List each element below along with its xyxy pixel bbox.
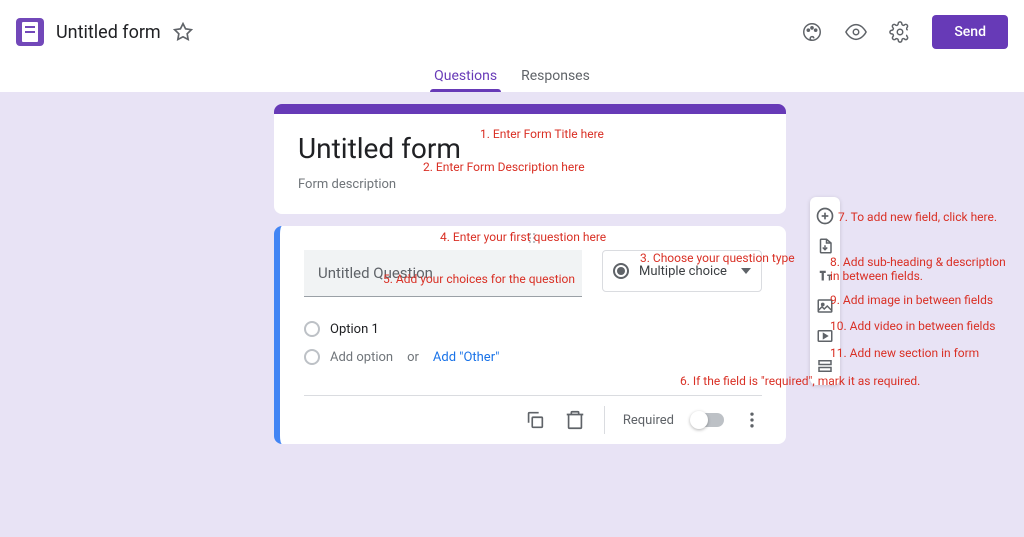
title-card: Untitled form Form description <box>274 104 786 214</box>
annotation: 7. To add new field, click here. <box>838 210 997 224</box>
required-label: Required <box>623 413 674 428</box>
add-section-icon[interactable] <box>812 353 838 379</box>
form-container: Untitled form Form description ⠿ Untitle… <box>274 104 786 444</box>
required-toggle[interactable] <box>692 413 724 427</box>
tabs: Questions Responses <box>0 64 1024 92</box>
add-image-icon[interactable] <box>812 293 838 319</box>
option-row: Option 1 <box>304 315 762 343</box>
form-title-input[interactable]: Untitled form <box>298 132 762 165</box>
app-header: Untitled form Send <box>0 0 1024 64</box>
annotation: 10. Add video in between fields <box>830 319 995 333</box>
canvas: Untitled form Form description ⠿ Untitle… <box>0 92 1024 537</box>
preview-icon[interactable] <box>844 20 868 44</box>
radio-icon <box>304 349 320 365</box>
radio-icon <box>304 321 320 337</box>
delete-icon[interactable] <box>564 409 586 431</box>
settings-icon[interactable] <box>888 20 912 44</box>
question-text-input[interactable]: Untitled Question <box>304 250 582 297</box>
add-other-button[interactable]: Add "Other" <box>433 350 499 365</box>
add-title-icon[interactable] <box>812 263 838 289</box>
form-description-input[interactable]: Form description <box>298 177 762 192</box>
forms-app-icon[interactable] <box>16 18 44 46</box>
palette-icon[interactable] <box>800 20 824 44</box>
annotation: 11. Add new section in form <box>830 346 979 360</box>
question-card: ⠿ Untitled Question Multiple choice Opti… <box>274 226 786 444</box>
send-button[interactable]: Send <box>932 15 1008 49</box>
option-text-input[interactable]: Option 1 <box>330 322 379 337</box>
add-option-button[interactable]: Add option <box>330 350 393 365</box>
divider <box>604 406 605 434</box>
tab-questions[interactable]: Questions <box>434 66 497 92</box>
floating-toolbar <box>810 197 840 385</box>
add-question-icon[interactable] <box>812 203 838 229</box>
annotation: 9. Add image in between fields <box>830 293 993 307</box>
more-icon[interactable] <box>742 410 762 430</box>
annotation: 8. Add sub-heading & description in betw… <box>830 255 1015 283</box>
drag-handle-icon[interactable]: ⠿ <box>304 232 762 244</box>
type-label: Multiple choice <box>639 264 727 279</box>
question-type-select[interactable]: Multiple choice <box>602 250 762 292</box>
header-left: Untitled form <box>16 18 800 46</box>
form-name-input[interactable]: Untitled form <box>56 22 161 43</box>
tab-responses[interactable]: Responses <box>521 66 590 92</box>
multiple-choice-icon <box>613 263 629 279</box>
question-row: Untitled Question Multiple choice <box>304 250 762 297</box>
question-footer: Required <box>304 395 762 444</box>
or-label: or <box>407 350 419 365</box>
duplicate-icon[interactable] <box>524 409 546 431</box>
header-right: Send <box>800 15 1008 49</box>
star-icon[interactable] <box>173 22 193 42</box>
chevron-down-icon <box>741 266 751 276</box>
import-questions-icon[interactable] <box>812 233 838 259</box>
add-option-row: Add option or Add "Other" <box>304 343 762 371</box>
add-video-icon[interactable] <box>812 323 838 349</box>
